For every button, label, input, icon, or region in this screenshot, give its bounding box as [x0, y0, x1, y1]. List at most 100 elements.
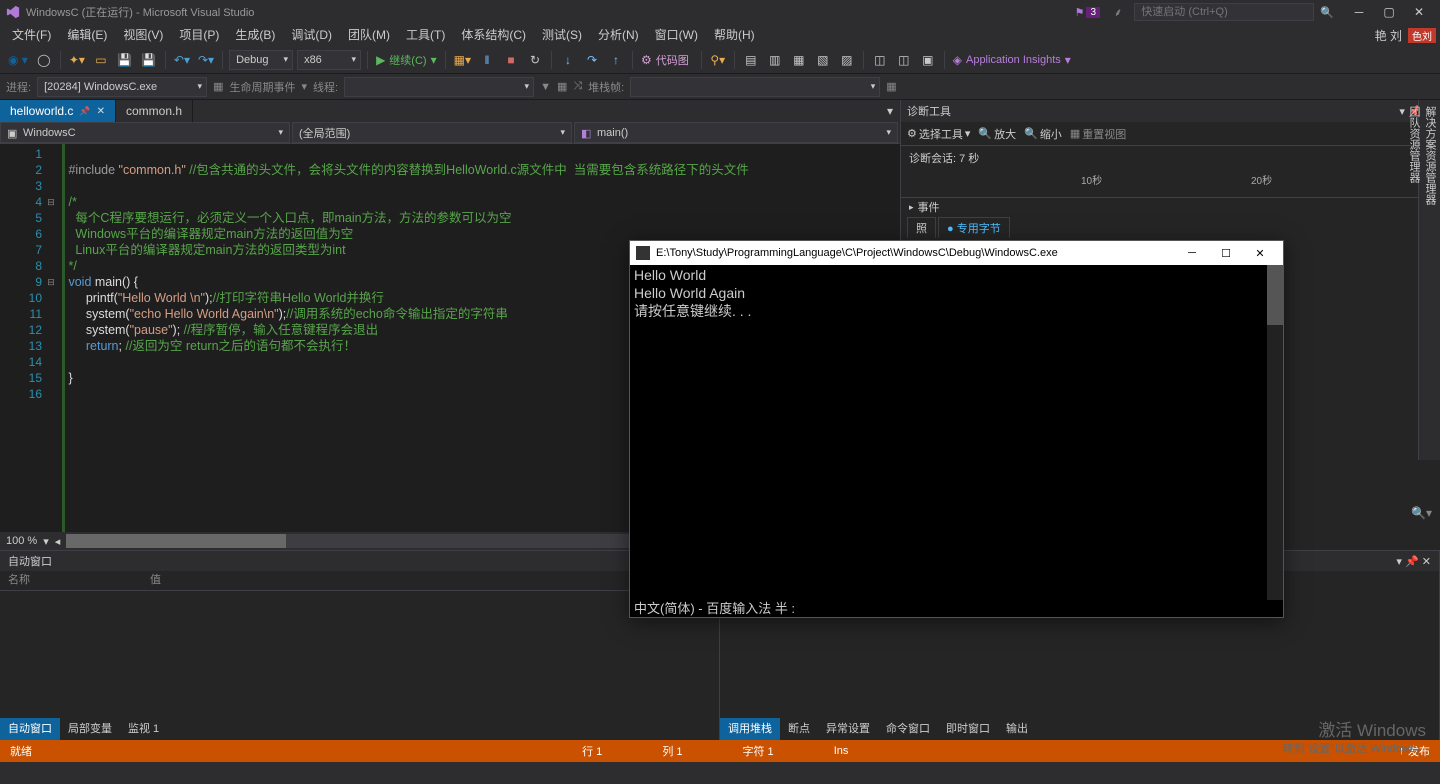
- search-icon[interactable]: 🔍: [1320, 6, 1334, 19]
- insights-button[interactable]: ◈ Application Insights▾: [951, 50, 1073, 70]
- menu-window[interactable]: 窗口(W): [647, 24, 706, 46]
- scroll-left[interactable]: ◂: [55, 535, 61, 548]
- nav-context[interactable]: (全局范围): [292, 122, 572, 143]
- pin-icon[interactable]: 📌: [1405, 556, 1419, 568]
- continue-button[interactable]: ▶ 继续(C)▾: [374, 50, 439, 70]
- tab-immediate[interactable]: 即时窗口: [938, 718, 998, 740]
- codemap-button[interactable]: ⚙ 代码图: [639, 50, 695, 70]
- process-combo[interactable]: [20284] WindowsC.exe: [37, 77, 207, 97]
- diag-timeline[interactable]: 10秒 20秒: [901, 170, 1440, 198]
- publish-button[interactable]: ↑发布: [1399, 743, 1431, 759]
- menu-build[interactable]: 生成(B): [227, 24, 283, 46]
- close-button[interactable]: ✕: [1404, 5, 1434, 19]
- tb2-c[interactable]: ⤨: [573, 80, 582, 93]
- diag-events[interactable]: 事件: [901, 198, 1440, 216]
- close-icon[interactable]: ✕: [1422, 556, 1431, 568]
- nav-scope[interactable]: ▣WindowsC: [0, 122, 290, 143]
- zoom-in[interactable]: 🔍 放大: [978, 126, 1016, 142]
- panel-menu-icon[interactable]: ▾: [1399, 106, 1405, 118]
- forward-button[interactable]: ◯: [34, 50, 54, 70]
- thread-combo[interactable]: [344, 77, 534, 97]
- quick-launch-input[interactable]: [1134, 3, 1314, 21]
- feedback-icon[interactable]: ⸙: [1114, 5, 1122, 20]
- console-output[interactable]: Hello World Hello World Again 请按任意键继续. .…: [630, 265, 1283, 617]
- zoom-out[interactable]: 🔍 缩小: [1024, 126, 1062, 142]
- tb-h[interactable]: ▣: [918, 50, 938, 70]
- maximize-button[interactable]: ▢: [1374, 5, 1404, 19]
- lifecycle-icon[interactable]: ▦: [213, 80, 223, 93]
- col-value[interactable]: 值: [150, 571, 161, 590]
- tb-f[interactable]: ◫: [870, 50, 890, 70]
- tb-d[interactable]: ▧: [813, 50, 833, 70]
- save-button[interactable]: 💾: [115, 50, 135, 70]
- tab-common[interactable]: common.h: [116, 100, 193, 122]
- menu-edit[interactable]: 编辑(E): [59, 24, 115, 46]
- minimize-button[interactable]: ─: [1344, 5, 1374, 19]
- tb2-a[interactable]: ▼: [540, 81, 551, 93]
- config-combo[interactable]: Debug: [229, 50, 293, 70]
- platform-combo[interactable]: x86: [297, 50, 361, 70]
- pause-button[interactable]: ‖: [477, 50, 497, 70]
- tabs-overflow[interactable]: ▾: [880, 100, 900, 122]
- user-badge[interactable]: 色刘: [1408, 28, 1436, 43]
- menu-view[interactable]: 视图(V): [115, 24, 171, 46]
- menu-team[interactable]: 团队(M): [340, 24, 398, 46]
- stop-button[interactable]: ■: [501, 50, 521, 70]
- tab-breakpoints[interactable]: 断点: [780, 718, 818, 740]
- tab-callstack[interactable]: 调用堆栈: [720, 718, 780, 740]
- diag-tab-bytes[interactable]: ● 专用字节: [938, 217, 1010, 238]
- console-titlebar[interactable]: E:\Tony\Study\ProgrammingLanguage\C\Proj…: [630, 241, 1283, 265]
- undo-button[interactable]: ↶▾: [172, 50, 192, 70]
- fold-icon[interactable]: ⊟: [46, 194, 56, 210]
- console-maximize[interactable]: ☐: [1209, 247, 1243, 260]
- tab-watch[interactable]: 监视 1: [120, 718, 167, 740]
- fold-icon[interactable]: ⊟: [46, 274, 56, 290]
- tb-c[interactable]: ▦: [789, 50, 809, 70]
- user-name[interactable]: 艳 刘: [1369, 27, 1408, 44]
- menu-debug[interactable]: 调试(D): [283, 24, 340, 46]
- nav-member[interactable]: ◧main(): [574, 122, 898, 143]
- console-minimize[interactable]: ─: [1175, 247, 1209, 259]
- console-scrollbar[interactable]: [1267, 265, 1283, 600]
- close-icon[interactable]: ✕: [97, 106, 105, 117]
- new-button[interactable]: ✦▾: [67, 50, 87, 70]
- menu-project[interactable]: 项目(P): [171, 24, 227, 46]
- panel-menu-icon[interactable]: ▾: [1396, 556, 1402, 568]
- menu-file[interactable]: 文件(F): [4, 24, 59, 46]
- tb-e[interactable]: ▨: [837, 50, 857, 70]
- select-tools[interactable]: ⚙ 选择工具 ▾: [907, 126, 970, 142]
- console-window[interactable]: E:\Tony\Study\ProgrammingLanguage\C\Proj…: [629, 240, 1284, 618]
- col-name[interactable]: 名称: [8, 571, 30, 590]
- tb-b[interactable]: ▥: [765, 50, 785, 70]
- restart-button[interactable]: ↻: [525, 50, 545, 70]
- redo-button[interactable]: ↷▾: [196, 50, 216, 70]
- find-button[interactable]: ⚲▾: [708, 50, 728, 70]
- save-all-button[interactable]: 💾: [139, 50, 159, 70]
- step-into-button[interactable]: ↓: [558, 50, 578, 70]
- tb-g[interactable]: ◫: [894, 50, 914, 70]
- tab-command[interactable]: 命令窗口: [878, 718, 938, 740]
- pin-icon[interactable]: 📌: [79, 106, 90, 117]
- toolbar-icon1[interactable]: ▦▾: [452, 50, 473, 70]
- console-close[interactable]: ✕: [1243, 247, 1277, 260]
- step-over-button[interactable]: ↷: [582, 50, 602, 70]
- menu-architecture[interactable]: 体系结构(C): [453, 24, 534, 46]
- notification-count[interactable]: 3: [1086, 7, 1100, 18]
- menu-analyze[interactable]: 分析(N): [590, 24, 647, 46]
- zoom-level[interactable]: 100 %: [6, 535, 37, 547]
- tab-locals[interactable]: 局部变量: [60, 718, 120, 740]
- tb2-b[interactable]: ▦: [557, 80, 567, 93]
- lifecycle-label[interactable]: 生命周期事件: [229, 79, 295, 95]
- team-explorer-tab[interactable]: 团队资源管理器: [1406, 106, 1422, 442]
- tab-exceptions[interactable]: 异常设置: [818, 718, 878, 740]
- tb2-d[interactable]: ▦: [886, 80, 896, 93]
- step-out-button[interactable]: ↑: [606, 50, 626, 70]
- solution-explorer-tab[interactable]: 解决方案资源管理器: [1422, 106, 1438, 442]
- flag-icon[interactable]: ⚑: [1075, 6, 1085, 19]
- reset-view[interactable]: ▦ 重置视图: [1070, 126, 1126, 142]
- tab-autos[interactable]: 自动窗口: [0, 718, 60, 740]
- menu-test[interactable]: 测试(S): [534, 24, 590, 46]
- menu-tools[interactable]: 工具(T): [398, 24, 453, 46]
- stack-combo[interactable]: [630, 77, 880, 97]
- open-button[interactable]: ▭: [91, 50, 111, 70]
